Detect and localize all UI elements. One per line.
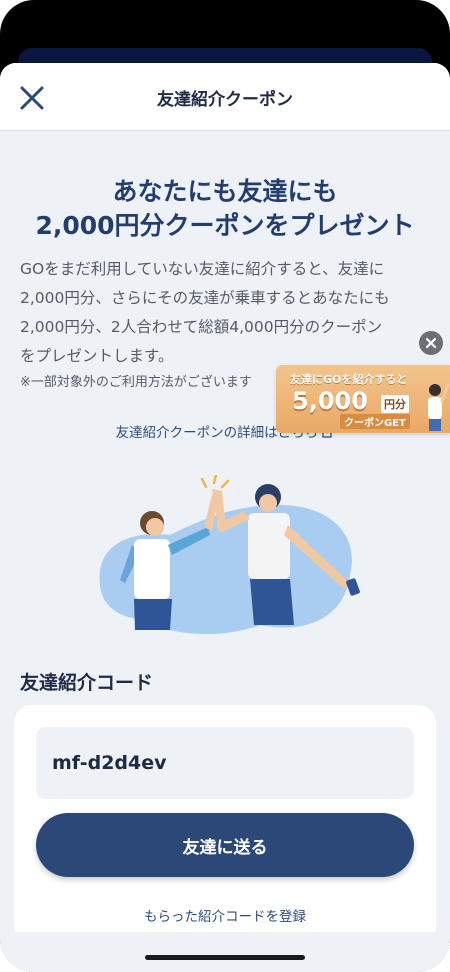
- banner-line-3: クーポンGET: [340, 414, 410, 429]
- coupon-sheet: 友達紹介クーポン あなたにも友達にも 2,000円分クーポンをプレゼント GOを…: [0, 63, 450, 972]
- high-five-illustration: [99, 475, 360, 635]
- sheet-header: 友達紹介クーポン: [0, 63, 450, 131]
- campaign-banner[interactable]: 友達にGOを紹介すると 5,000 円分 クーポンGET: [276, 365, 450, 433]
- banner-close-button[interactable]: [419, 331, 443, 355]
- note-text: ※一部対象外のご利用方法がございます: [20, 375, 252, 390]
- register-code-link[interactable]: もらった紹介コードを登録: [14, 905, 436, 925]
- referral-card: mf-d2d4ev 友達に送る もらった紹介コードを登録: [14, 705, 436, 945]
- phone-frame: 友達紹介クーポン あなたにも友達にも 2,000円分クーポンをプレゼント GOを…: [0, 0, 450, 972]
- hero-headline: あなたにも友達にも 2,000円分クーポンをプレゼント: [0, 175, 450, 243]
- banner-line-1: 友達にGOを紹介すると: [290, 373, 408, 386]
- page-title: 友達紹介クーポン: [157, 90, 293, 110]
- description-line: 2,000円分、2人合わせて総額4,000円分のクーポン: [20, 318, 383, 336]
- referral-code-title: 友達紹介コード: [20, 672, 154, 694]
- description-line: GOをまだ利用していない友達に紹介すると、友達に: [20, 260, 385, 278]
- headline-line-2: 2,000円分クーポンをプレゼント: [35, 211, 415, 240]
- description: GOをまだ利用していない友達に紹介すると、友達に 2,000円分、さらにその友達…: [20, 255, 428, 371]
- headline-line-1: あなたにも友達にも: [112, 177, 338, 206]
- send-to-friend-button[interactable]: 友達に送る: [36, 813, 414, 877]
- description-line: 2,000円分、さらにその友達が乗車するとあなたにも: [20, 289, 390, 307]
- referral-code-box[interactable]: mf-d2d4ev: [36, 727, 414, 799]
- close-icon: [425, 337, 437, 349]
- bottom-safe-area: [0, 932, 450, 972]
- banner-unit: 円分: [381, 395, 409, 413]
- home-indicator[interactable]: [145, 955, 305, 960]
- banner-amount: 5,000: [292, 387, 368, 415]
- referral-code: mf-d2d4ev: [52, 752, 167, 774]
- banner-person-icon: [428, 383, 450, 431]
